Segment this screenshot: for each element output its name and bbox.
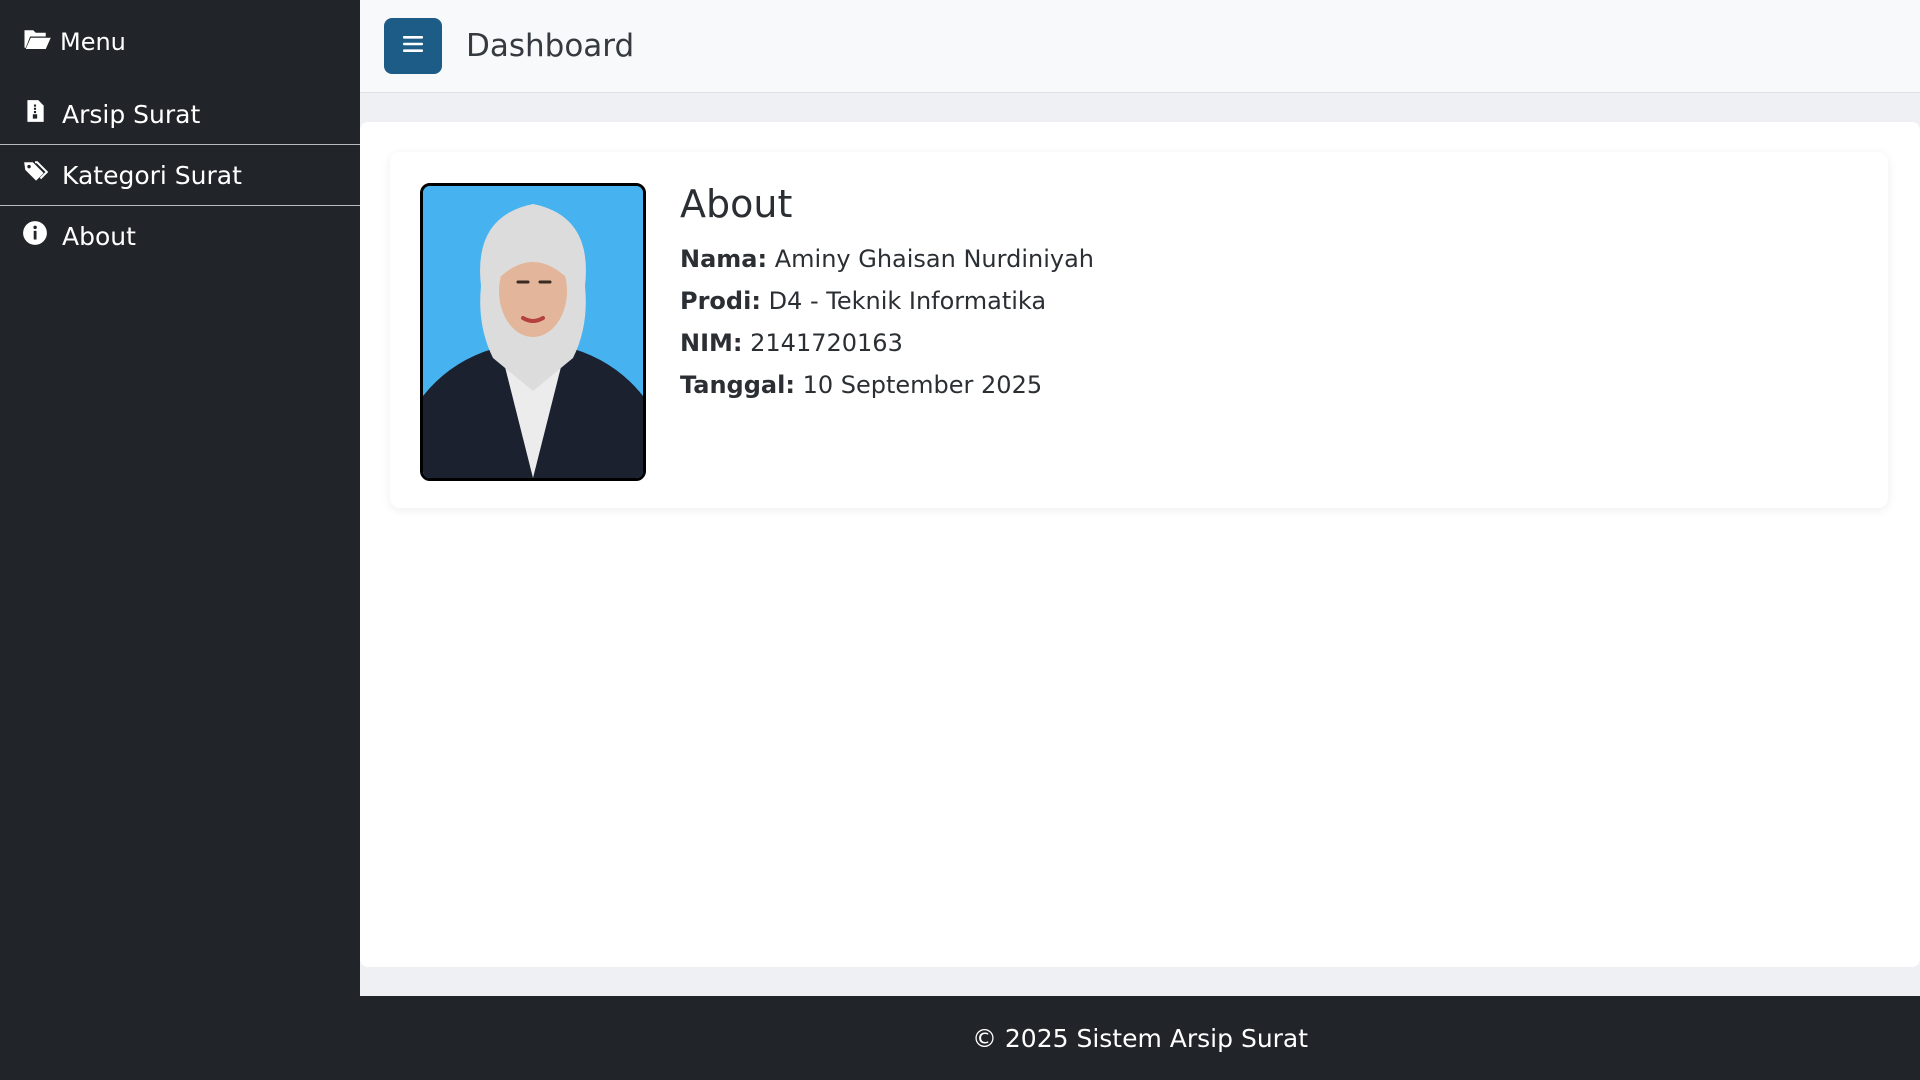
tags-icon xyxy=(22,159,49,191)
info-row-prodi: Prodi: D4 - Teknik Informatika xyxy=(680,280,1094,322)
folder-open-icon xyxy=(22,24,52,60)
sidebar-item-label: Arsip Surat xyxy=(62,99,201,129)
main-content: About Nama: Aminy Ghaisan Nurdiniyah Pro… xyxy=(360,122,1920,967)
info-label: Nama: xyxy=(680,245,768,273)
footer: © 2025 Sistem Arsip Surat xyxy=(360,996,1920,1080)
about-card: About Nama: Aminy Ghaisan Nurdiniyah Pro… xyxy=(390,152,1888,508)
info-row-nim: NIM: 2141720163 xyxy=(680,322,1094,364)
info-label: NIM: xyxy=(680,329,743,357)
info-value: D4 - Teknik Informatika xyxy=(768,287,1047,315)
info-label: Prodi: xyxy=(680,287,761,315)
file-icon xyxy=(22,98,48,130)
top-navbar: Dashboard xyxy=(360,0,1920,93)
sidebar-item-arsip-surat[interactable]: Arsip Surat xyxy=(0,84,360,145)
info-value: 10 September 2025 xyxy=(802,371,1043,399)
hamburger-menu-icon xyxy=(401,33,425,59)
info-value: Aminy Ghaisan Nurdiniyah xyxy=(774,245,1094,273)
about-info: About Nama: Aminy Ghaisan Nurdiniyah Pro… xyxy=(680,182,1094,406)
info-row-nama: Nama: Aminy Ghaisan Nurdiniyah xyxy=(680,238,1094,280)
info-value: 2141720163 xyxy=(750,329,903,357)
about-heading: About xyxy=(680,182,793,226)
sidebar-item-label: About xyxy=(62,221,136,251)
profile-photo xyxy=(420,183,646,481)
sidebar-item-about[interactable]: About xyxy=(0,206,360,266)
sidebar-brand-label: Menu xyxy=(60,28,126,56)
sidebar-item-label: Kategori Surat xyxy=(62,160,242,190)
info-circle-icon xyxy=(22,220,48,252)
info-label: Tanggal: xyxy=(680,371,795,399)
info-row-tanggal: Tanggal: 10 September 2025 xyxy=(680,364,1094,406)
sidebar: Menu Arsip Surat Kategori Surat About xyxy=(0,0,360,1080)
sidebar-toggle-button[interactable] xyxy=(384,18,442,74)
footer-text: © 2025 Sistem Arsip Surat xyxy=(971,1023,1309,1053)
sidebar-brand: Menu xyxy=(0,0,360,84)
page-title: Dashboard xyxy=(466,28,635,64)
sidebar-item-kategori-surat[interactable]: Kategori Surat xyxy=(0,145,360,206)
